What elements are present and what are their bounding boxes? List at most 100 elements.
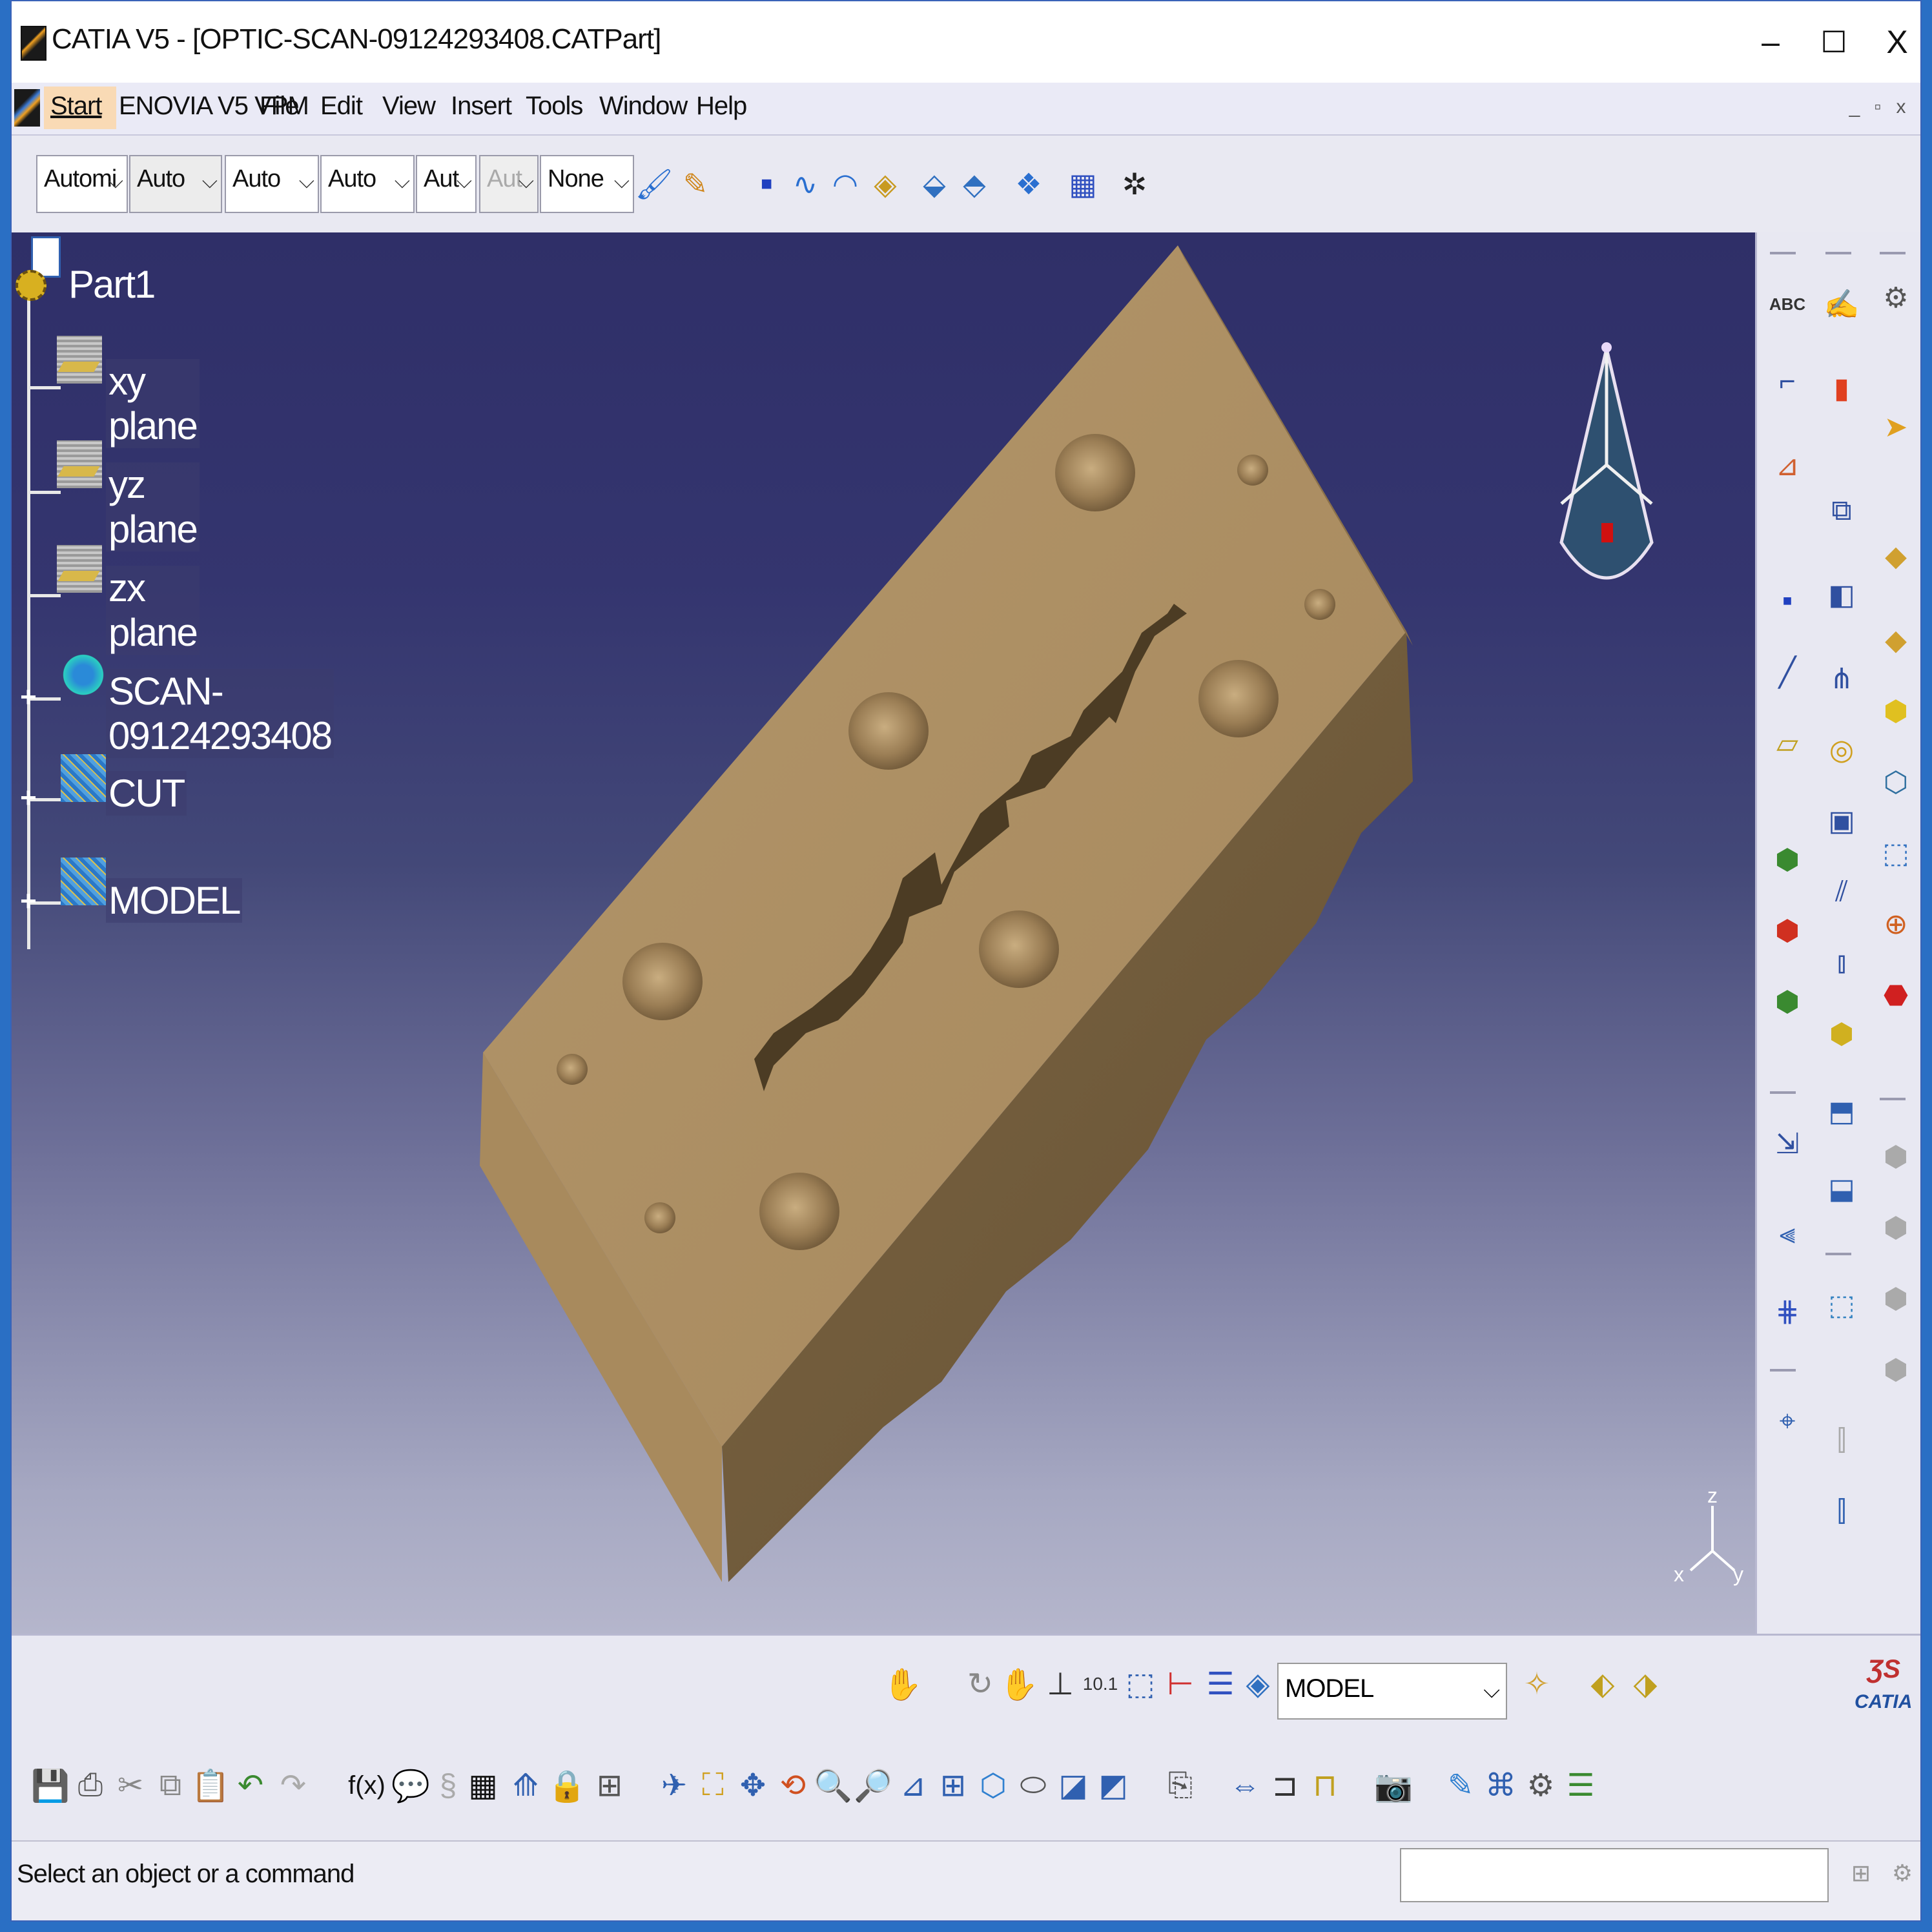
command-input[interactable] [1400,1848,1829,1902]
iso-view-icon[interactable]: ⬡ [974,1763,1012,1808]
tree-xy-plane[interactable]: xy plane [106,359,200,448]
mdi-minimize-button[interactable]: _ [1842,93,1867,121]
model-body-icon[interactable] [61,858,106,905]
part-geometry[interactable] [12,232,1755,1634]
boolean-intersect-icon[interactable]: ⬢ [1767,981,1807,1022]
tree-root-label[interactable]: Part1 [66,262,157,307]
body-icon[interactable]: ◈ [1238,1661,1277,1707]
table-icon[interactable]: ▦ [464,1763,502,1808]
swap-space-icon[interactable]: ◩ [1094,1763,1133,1808]
tree-expand-icon[interactable]: ⊞ [590,1763,629,1808]
pan-hand-icon[interactable]: ✋ [1000,1661,1038,1707]
fillet-icon[interactable]: ◆ [1876,536,1916,576]
insert-set-icon[interactable]: ⬗ [1626,1661,1665,1707]
measure-between-icon[interactable]: ⇔ [1226,1763,1264,1808]
yz-plane-icon[interactable] [57,440,102,488]
settings-gear-icon[interactable]: ⚙ [1876,278,1916,318]
shading-icon[interactable]: ⬭ [1014,1763,1053,1808]
pad-icon[interactable]: ▮ [1822,368,1862,408]
zoom-in-icon[interactable]: 🔍 [814,1763,852,1808]
cut-body-icon[interactable] [61,754,106,802]
insert-body-icon[interactable]: ⬖ [1583,1661,1622,1707]
sparkle-icon[interactable]: ✧ [1517,1661,1556,1707]
pocket-icon[interactable]: ⧉ [1822,491,1862,531]
positioned-sketch-icon[interactable]: ⌐ [1767,362,1807,402]
map-icon[interactable]: ⌘ [1481,1763,1520,1808]
measure-inertia-icon[interactable]: ⊓ [1306,1763,1344,1808]
expand-cut-icon[interactable]: + [18,784,39,812]
constraint-icon[interactable]: 10.1 [1081,1661,1120,1707]
show-constraints-icon[interactable]: ⊢ [1161,1661,1200,1707]
point-icon[interactable]: ■ [748,161,785,207]
select-filter-2-icon[interactable]: ⬘ [956,161,993,207]
current-body-combo[interactable]: MODEL ⌵ [1277,1663,1507,1720]
catalog-icon[interactable]: ⟰ [506,1763,545,1808]
sheet-icon[interactable]: ⎘ [1161,1763,1200,1808]
tree-cut-body[interactable]: CUT [106,771,187,816]
save-icon[interactable]: 💾 [31,1763,70,1808]
pattern-icon[interactable]: ⋕ [1767,1291,1807,1331]
menu-edit[interactable]: Edit [320,92,363,121]
slot-icon[interactable]: ⫽ [1822,872,1862,912]
xy-plane-icon[interactable] [57,336,102,384]
expand-model-icon[interactable]: + [18,887,39,916]
point-type-combo[interactable]: Aut ⌵ [416,155,477,213]
shaft-icon[interactable]: ◧ [1822,575,1862,615]
split-icon[interactable]: ⬣ [1876,975,1916,1015]
groove-icon[interactable]: ⋔ [1822,659,1862,699]
measure-item-icon[interactable]: ⊐ [1266,1763,1304,1808]
remove-face-icon[interactable]: ⬒ [1822,1091,1862,1131]
tree-zx-plane[interactable]: zx plane [106,566,200,655]
mdi-restore-button[interactable]: ▫ [1865,93,1891,121]
list-icon[interactable]: ☰ [1201,1661,1240,1707]
knowledge-icon[interactable]: § [429,1763,468,1808]
3d-viewport[interactable]: Part1 xy plane yz plane zx plane + SCAN-… [12,232,1755,1634]
render-icon[interactable]: ⚙ [1521,1763,1560,1808]
point-tool-icon[interactable]: ■ [1767,581,1807,621]
hole-icon[interactable]: ◎ [1822,730,1862,770]
select-arrow-icon[interactable]: ➤ [1876,407,1916,447]
normal-view-icon[interactable]: ⊿ [894,1763,932,1808]
solid-icon[interactable]: ◈ [867,161,904,207]
fit-all-icon[interactable]: ⛶ [694,1763,732,1808]
rib-icon[interactable]: ▣ [1822,801,1862,841]
scale-icon[interactable]: ⬚ [1822,1285,1862,1325]
grid-icon[interactable]: ▦ [1064,161,1102,207]
tools-palette-icon[interactable]: ❖ [1010,161,1047,207]
maximize-button[interactable]: ☐ [1803,14,1865,70]
expand-scan-icon[interactable]: + [18,683,39,712]
line-thickness-combo[interactable]: Auto ⌵ [225,155,319,213]
rotate-icon[interactable]: ⟲ [774,1763,812,1808]
comment-icon[interactable]: 💬 [391,1763,430,1808]
multi-view-icon[interactable]: ⊞ [934,1763,972,1808]
mdi-close-button[interactable]: x [1888,93,1914,121]
replace-face-icon[interactable]: ⬓ [1822,1169,1862,1209]
analysis-icon[interactable]: ⬚ [1121,1661,1160,1707]
measure-icon[interactable]: ⊿ [1767,446,1807,486]
annotation-icon[interactable]: ⫿ [1822,1492,1862,1532]
select-filter-icon[interactable]: ⬙ [916,161,953,207]
layers-icon[interactable]: ☰ [1561,1763,1600,1808]
tree-model-body[interactable]: MODEL [106,878,243,923]
update-icon[interactable]: ↻ [961,1661,1000,1707]
paste-icon[interactable]: 📋 [191,1763,230,1808]
menu-help[interactable]: Help [696,92,747,121]
layer-combo[interactable]: None ⌵ [540,155,634,213]
menu-view[interactable]: View [382,92,436,121]
thickness-icon[interactable]: ⬚ [1876,833,1916,873]
menu-start[interactable]: Start [50,92,102,121]
print-icon[interactable]: ⎙ [71,1763,110,1808]
format-painter-icon[interactable]: 🖌 [635,161,673,207]
cut-icon[interactable]: ✂ [111,1763,150,1808]
draft-icon[interactable]: ⬢ [1876,691,1916,731]
capture-icon[interactable]: 📷 [1374,1763,1413,1808]
menu-insert[interactable]: Insert [451,92,512,121]
tree-scan-body[interactable]: SCAN-09124293408 [106,669,334,758]
solid-combine-icon[interactable]: ⬢ [1822,1014,1862,1054]
boolean-remove-icon[interactable]: ⬢ [1767,910,1807,951]
part-document-icon[interactable] [15,236,61,307]
zx-plane-icon[interactable] [57,545,102,593]
menu-tools[interactable]: Tools [526,92,583,121]
menu-window[interactable]: Window [599,92,688,121]
fly-mode-icon[interactable]: ✈ [655,1763,694,1808]
